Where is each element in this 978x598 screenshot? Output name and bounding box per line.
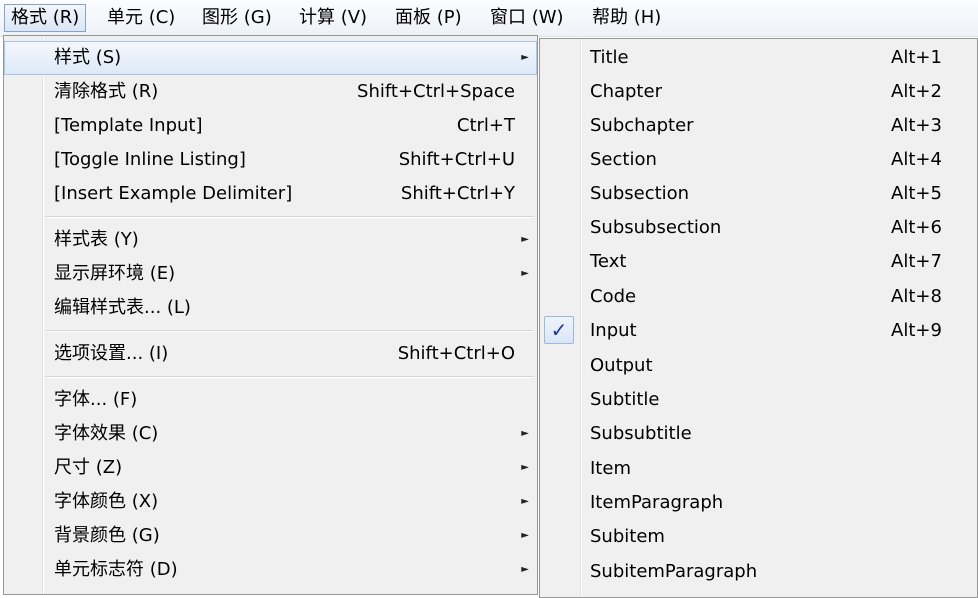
submenu-arrow-icon: ►: [521, 496, 529, 507]
style-item-label: Text: [590, 251, 627, 272]
style-item-subchapter[interactable]: Subchapter Alt+3: [540, 109, 977, 143]
style-item-label: Code: [590, 286, 637, 307]
menu-palettes[interactable]: 面板 (P): [389, 4, 468, 32]
menu-item-label: 编辑样式表... (L): [54, 297, 191, 318]
check-icon: ✓: [544, 316, 574, 344]
menu-item-label: 样式 (S): [54, 47, 122, 68]
style-item-shortcut: Alt+1: [891, 47, 942, 68]
style-item-label: Subsection: [590, 183, 690, 204]
style-item-label: Chapter: [590, 81, 662, 102]
style-item-shortcut: Alt+3: [891, 115, 942, 136]
menu-item-shortcut: Shift+Ctrl+Space: [357, 81, 515, 102]
menu-item-font[interactable]: 字体... (F): [4, 383, 537, 417]
style-item-label: Title: [590, 47, 629, 68]
format-menu-dropdown: 样式 (S) ► 清除格式 (R) Shift+Ctrl+Space [Temp…: [3, 35, 538, 595]
menu-item-text-effects[interactable]: 字体效果 (C) ►: [4, 417, 537, 451]
menu-evaluation[interactable]: 计算 (V): [293, 4, 373, 32]
submenu-arrow-icon: ►: [521, 564, 529, 575]
style-item-text[interactable]: Text Alt+7: [540, 245, 977, 279]
style-item-output[interactable]: Output: [540, 349, 977, 383]
menu-item-label: 样式表 (Y): [54, 229, 139, 250]
menu-help[interactable]: 帮助 (H): [586, 4, 667, 32]
menu-item-toggle-inline-listing[interactable]: [Toggle Inline Listing] Shift+Ctrl+U: [4, 143, 537, 177]
menu-item-label: 显示屏环境 (E): [54, 263, 176, 284]
style-item-label: Subsubtitle: [590, 423, 692, 444]
style-item-chapter[interactable]: Chapter Alt+2: [540, 75, 977, 109]
menu-item-edit-stylesheet[interactable]: 编辑样式表... (L): [4, 291, 537, 325]
menu-item-label: [Insert Example Delimiter]: [54, 183, 293, 204]
style-item-subtitle[interactable]: Subtitle: [540, 383, 977, 417]
menu-item-label: 尺寸 (Z): [54, 457, 123, 478]
menu-item-screen-environment[interactable]: 显示屏环境 (E) ►: [4, 257, 537, 291]
style-item-item[interactable]: Item: [540, 452, 977, 486]
style-item-subsection[interactable]: Subsection Alt+5: [540, 177, 977, 211]
menu-item-shortcut: Shift+Ctrl+O: [397, 343, 515, 364]
style-submenu: Title Alt+1 Chapter Alt+2 Subchapter Alt…: [539, 38, 978, 598]
menu-window[interactable]: 窗口 (W): [484, 4, 570, 32]
style-item-shortcut: Alt+9: [891, 320, 942, 341]
menu-item-template-input[interactable]: [Template Input] Ctrl+T: [4, 109, 537, 143]
menu-item-label: 背景颜色 (G): [54, 525, 160, 546]
style-item-input[interactable]: ✓ Input Alt+9: [540, 314, 977, 348]
menu-item-shortcut: Ctrl+T: [456, 115, 515, 136]
menu-item-stylesheet[interactable]: 样式表 (Y) ►: [4, 223, 537, 257]
menu-bar: 格式 (R) 单元 (C) 图形 (G) 计算 (V) 面板 (P) 窗口 (W…: [0, 0, 978, 37]
menu-item-background-color[interactable]: 背景颜色 (G) ►: [4, 519, 537, 553]
menu-item-insert-example-delimiter[interactable]: [Insert Example Delimiter] Shift+Ctrl+Y: [4, 177, 537, 211]
menu-item-label: 选项设置... (I): [54, 343, 169, 364]
style-item-subitemparagraph[interactable]: SubitemParagraph: [540, 555, 977, 589]
style-item-label: ItemParagraph: [590, 492, 724, 513]
style-item-shortcut: Alt+2: [891, 81, 942, 102]
menu-item-label: [Toggle Inline Listing]: [54, 149, 246, 170]
submenu-arrow-icon: ►: [521, 428, 529, 439]
style-item-subitem[interactable]: Subitem: [540, 520, 977, 554]
style-item-title[interactable]: Title Alt+1: [540, 41, 977, 75]
submenu-arrow-icon: ►: [521, 52, 529, 63]
menu-item-cell-dingbat[interactable]: 单元标志符 (D) ►: [4, 553, 537, 587]
submenu-arrow-icon: ►: [521, 268, 529, 279]
menu-item-label: 字体... (F): [54, 389, 138, 410]
style-item-label: Subtitle: [590, 389, 660, 410]
submenu-arrow-icon: ►: [521, 530, 529, 541]
style-item-label: Output: [590, 355, 653, 376]
style-item-label: SubitemParagraph: [590, 561, 758, 582]
style-item-label: Subchapter: [590, 115, 694, 136]
menu-item-label: 字体颜色 (X): [54, 491, 159, 512]
submenu-arrow-icon: ►: [521, 234, 529, 245]
style-item-section[interactable]: Section Alt+4: [540, 143, 977, 177]
style-item-shortcut: Alt+5: [891, 183, 942, 204]
menu-separator: [46, 376, 534, 378]
menu-item-clear-formatting[interactable]: 清除格式 (R) Shift+Ctrl+Space: [4, 75, 537, 109]
menu-format[interactable]: 格式 (R): [4, 4, 87, 32]
menu-item-label: 字体效果 (C): [54, 423, 159, 444]
menu-item-label: 清除格式 (R): [54, 81, 159, 102]
menu-cell[interactable]: 单元 (C): [101, 4, 181, 32]
style-item-itemparagraph[interactable]: ItemParagraph: [540, 486, 977, 520]
style-item-label: Subsubsection: [590, 217, 722, 238]
menu-separator: [46, 330, 534, 332]
style-item-shortcut: Alt+7: [891, 251, 942, 272]
submenu-arrow-icon: ►: [521, 462, 529, 473]
style-item-label: Subitem: [590, 526, 665, 547]
menu-item-label: [Template Input]: [54, 115, 203, 136]
menu-separator: [46, 216, 534, 218]
style-item-shortcut: Alt+6: [891, 217, 942, 238]
style-item-subsubtitle[interactable]: Subsubtitle: [540, 417, 977, 451]
style-item-code[interactable]: Code Alt+8: [540, 280, 977, 314]
menu-item-style[interactable]: 样式 (S) ►: [4, 41, 537, 75]
menu-item-shortcut: Shift+Ctrl+U: [398, 149, 515, 170]
style-item-label: Item: [590, 458, 631, 479]
menu-item-label: 单元标志符 (D): [54, 559, 178, 580]
style-item-subsubsection[interactable]: Subsubsection Alt+6: [540, 211, 977, 245]
menu-item-shortcut: Shift+Ctrl+Y: [400, 183, 515, 204]
style-item-shortcut: Alt+4: [891, 149, 942, 170]
menu-item-size[interactable]: 尺寸 (Z) ►: [4, 451, 537, 485]
menu-item-text-color[interactable]: 字体颜色 (X) ►: [4, 485, 537, 519]
style-item-shortcut: Alt+8: [891, 286, 942, 307]
style-item-label: Section: [590, 149, 657, 170]
style-item-label: Input: [590, 320, 637, 341]
menu-graphics[interactable]: 图形 (G): [196, 4, 278, 32]
menu-item-option-inspector[interactable]: 选项设置... (I) Shift+Ctrl+O: [4, 337, 537, 371]
